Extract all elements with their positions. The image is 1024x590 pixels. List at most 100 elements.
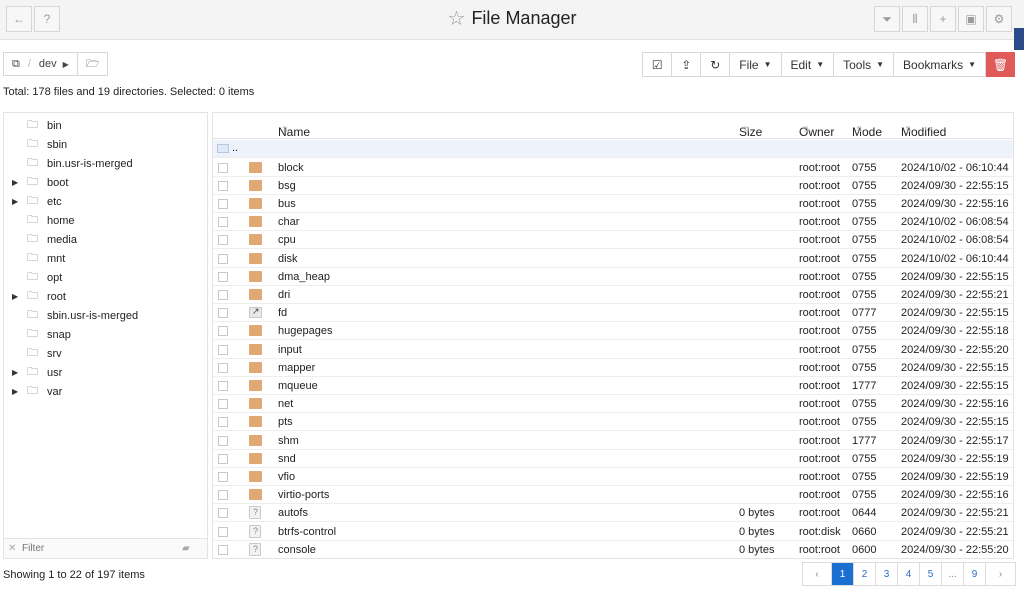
table-row[interactable]: char root:root 0755 2024/10/02 - 06:08:54 (213, 213, 1013, 232)
row-checkbox[interactable] (218, 180, 228, 191)
table-row[interactable]: vfio root:root 0755 2024/09/30 - 22:55:19 (213, 468, 1013, 487)
bookmarks-menu[interactable]: Bookmarks ▼ (894, 53, 985, 76)
next-page-button[interactable]: › (986, 563, 1015, 585)
page-button[interactable]: 1 (832, 563, 854, 585)
file-owner: root:root (799, 234, 840, 247)
page-button[interactable]: 2 (854, 563, 876, 585)
filter-button[interactable]: ⏷ (874, 6, 900, 32)
row-checkbox[interactable] (218, 399, 228, 410)
tree-item[interactable]: 🗀 media (4, 230, 204, 249)
row-checkbox[interactable] (218, 453, 228, 464)
tree-item[interactable]: 🗀 snap (4, 325, 204, 344)
tree-item[interactable]: 🗀 mnt (4, 249, 204, 268)
table-row[interactable]: snd root:root 0755 2024/09/30 - 22:55:19 (213, 450, 1013, 468)
table-row[interactable]: cpu root:root 0755 2024/10/02 - 06:08:54 (213, 231, 1013, 250)
table-row[interactable]: dri root:root 0755 2024/09/30 - 22:55:21 (213, 286, 1013, 305)
row-checkbox[interactable] (218, 362, 228, 373)
row-checkbox[interactable] (218, 162, 228, 173)
tree-item[interactable]: ▶ 🗀 boot (4, 173, 204, 192)
table-row[interactable]: hugepages root:root 0755 2024/09/30 - 22:55… (213, 322, 1013, 341)
tree-item[interactable]: 🗀 opt (4, 268, 204, 287)
row-checkbox[interactable] (218, 271, 228, 282)
row-checkbox[interactable] (218, 435, 228, 446)
tree-item[interactable]: ▶ 🗀 etc (4, 192, 204, 211)
table-row[interactable]: net root:root 0755 2024/09/30 - 22:55:16 (213, 395, 1013, 414)
table-row[interactable]: btrfs-control 0 bytes root:disk 0660 2024/09… (213, 523, 1013, 541)
tree-item[interactable]: 🗀 srv (4, 344, 204, 363)
file-mode: 0600 (852, 543, 877, 556)
row-checkbox[interactable] (218, 471, 228, 482)
row-checkbox[interactable] (218, 217, 228, 228)
table-row[interactable]: mapper root:root 0755 2024/09/30 - 22:55:15 (213, 359, 1013, 377)
file-menu[interactable]: File ▼ (730, 53, 782, 76)
edit-menu[interactable]: Edit ▼ (782, 53, 835, 76)
table-row[interactable]: input root:root 0755 2024/09/30 - 22:55:20 (213, 341, 1013, 359)
folder-icon (249, 270, 262, 282)
folder-icon: 🗀 (27, 176, 38, 188)
row-checkbox[interactable] (218, 544, 228, 555)
expand-arrow-icon[interactable]: ▶ (12, 292, 22, 301)
share-button[interactable]: ⇪ (672, 53, 702, 76)
tree-item[interactable]: 🗀 home (4, 211, 204, 230)
tree-item[interactable]: ▶ 🗀 root (4, 287, 204, 306)
open-folder-button[interactable]: 🗁 (76, 53, 108, 75)
add-button[interactable]: + (930, 6, 956, 32)
settings-button[interactable]: ⚙ (986, 6, 1012, 32)
table-row[interactable]: fd root:root 0777 2024/09/30 - 22:55:15 (213, 304, 1013, 323)
columns-button[interactable]: ⦀ (902, 6, 928, 32)
root-crumb-button[interactable]: ⧉ (4, 53, 28, 75)
table-row[interactable]: virtio-ports root:root 0755 2024/09/30 - 22… (213, 486, 1013, 505)
delete-button[interactable]: 🗑 (986, 52, 1015, 77)
expand-arrow-icon[interactable]: ▶ (12, 387, 22, 396)
table-row[interactable]: dma_heap root:root 0755 2024/09/30 - 22:55:… (213, 268, 1013, 286)
table-row[interactable]: autofs 0 bytes root:root 0644 2024/09/30 - 2… (213, 504, 1013, 523)
page-button[interactable]: 5 (920, 563, 942, 585)
expand-arrow-icon[interactable]: ▶ (12, 197, 22, 206)
tree-item[interactable]: 🗀 sbin.usr-is-merged (4, 306, 204, 325)
row-checkbox[interactable] (218, 490, 228, 501)
table-row[interactable]: mqueue root:root 1777 2024/09/30 - 22:55:15 (213, 377, 1013, 396)
table-row[interactable]: console 0 bytes root:root 0600 2024/09/30 - … (213, 541, 1013, 558)
page-button[interactable]: 9 (964, 563, 986, 585)
select-all-button[interactable]: ☑ (643, 53, 673, 76)
table-row[interactable]: disk root:root 0755 2024/10/02 - 06:10:44 (213, 250, 1013, 268)
breadcrumb-item-dev[interactable]: dev ▶ (31, 53, 77, 75)
row-checkbox[interactable] (218, 308, 228, 319)
row-checkbox[interactable] (218, 326, 228, 337)
row-checkbox[interactable] (218, 235, 228, 246)
expand-arrow-icon[interactable]: ▶ (12, 178, 22, 187)
row-checkbox[interactable] (218, 198, 228, 209)
file-modified: 2024/09/30 - 22:55:15 (901, 416, 1009, 429)
tree-item[interactable]: 🗀 bin (4, 116, 204, 135)
file-owner: root:root (799, 434, 840, 447)
tree-item-label: srv (47, 347, 62, 360)
page-button[interactable]: 4 (898, 563, 920, 585)
clear-filter-icon[interactable]: ✕ (8, 543, 22, 554)
filter-input[interactable] (22, 543, 182, 554)
row-checkbox[interactable] (218, 380, 228, 391)
table-row[interactable]: bsg root:root 0755 2024/09/30 - 22:55:15 (213, 177, 1013, 195)
tree-item[interactable]: ▶ 🗀 var (4, 382, 204, 401)
table-row[interactable]: pts root:root 0755 2024/09/30 - 22:55:15 (213, 413, 1013, 432)
tools-menu[interactable]: Tools ▼ (834, 53, 895, 76)
row-checkbox[interactable] (218, 508, 228, 519)
row-checkbox[interactable] (218, 526, 228, 537)
tree-item-label: sbin.usr-is-merged (47, 309, 139, 322)
row-checkbox[interactable] (218, 417, 228, 428)
table-row[interactable]: block root:root 0755 2024/10/02 - 06:10:44 (213, 159, 1013, 177)
tree-item[interactable]: 🗀 sbin (4, 135, 204, 154)
row-checkbox[interactable] (218, 253, 228, 264)
row-checkbox[interactable] (218, 344, 228, 355)
parent-dir-row[interactable]: .. (213, 140, 1013, 159)
table-row[interactable]: shm root:root 1777 2024/09/30 - 22:55:17 (213, 432, 1013, 450)
prev-page-button[interactable]: ‹ (803, 563, 832, 585)
table-row[interactable]: bus root:root 0755 2024/09/30 - 22:55:16 (213, 195, 1013, 214)
tree-item[interactable]: ▶ 🗀 usr (4, 363, 204, 382)
row-checkbox[interactable] (218, 289, 228, 300)
expand-arrow-icon[interactable]: ▶ (12, 368, 22, 377)
page-button[interactable]: 3 (876, 563, 898, 585)
tree-item[interactable]: 🗀 bin.usr-is-merged (4, 154, 204, 173)
refresh-button[interactable]: ↻ (701, 53, 731, 76)
terminal-button[interactable]: ▣ (958, 6, 984, 32)
star-icon[interactable]: ☆ (448, 8, 466, 30)
